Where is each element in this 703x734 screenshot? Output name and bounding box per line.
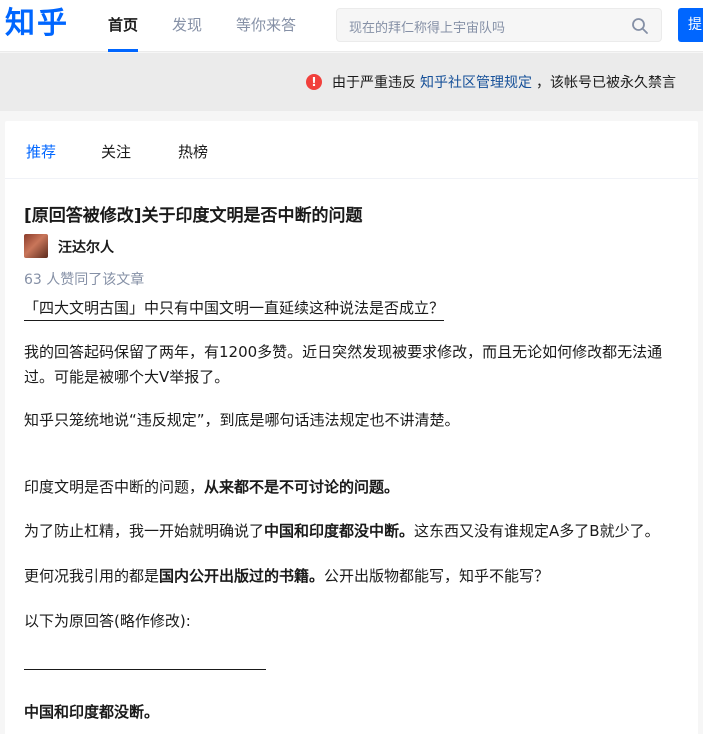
- paragraph-1: 我的回答起码保留了两年，有1200多赞。近日突然发现被要求修改，而且无论如何修改…: [24, 343, 663, 386]
- search-placeholder: 现在的拜仁称得上宇宙队吗: [349, 21, 506, 36]
- tab-hot[interactable]: 热榜: [178, 141, 208, 162]
- avatar[interactable]: [24, 234, 48, 258]
- like-count: 63 人赞同了该文章: [24, 272, 145, 288]
- tab-follow[interactable]: 关注: [101, 141, 131, 162]
- article-title[interactable]: [原回答被修改]关于印度文明是否中断的问题: [24, 201, 363, 226]
- paragraph-4: 为了防止杠精，我一开始就明确说了中国和印度都没中断。这东西又没有谁规定A多了B就…: [24, 522, 660, 540]
- paragraph-6: 以下为原回答(略作修改):: [24, 612, 191, 630]
- paragraph-3: 印度文明是否中断的问题，从来都不是不可讨论的问题。: [24, 478, 400, 496]
- top-header: 知乎 首页 发现 等你来答 现在的拜仁称得上宇宙队吗 提: [0, 0, 703, 52]
- nav-waiting-answers[interactable]: 等你来答: [236, 0, 296, 52]
- main-nav: 首页 发现 等你来答: [108, 0, 330, 52]
- banner-prefix: 由于严重违反: [332, 75, 416, 91]
- paragraph-7: 中国和印度都没断。: [24, 703, 160, 721]
- divider: [24, 669, 266, 670]
- nav-discover[interactable]: 发现: [172, 0, 202, 52]
- zhihu-logo[interactable]: 知乎: [5, 6, 69, 42]
- paragraph-2: 知乎只笼统地说“违反规定”，到底是哪句话违法规定也不讲清楚。: [24, 411, 460, 429]
- ask-question-button[interactable]: 提: [678, 8, 703, 42]
- community-rules-link[interactable]: 知乎社区管理规定: [420, 72, 532, 92]
- search-icon[interactable]: [631, 17, 649, 35]
- banner-suffix: ，该帐号已被永久禁言: [536, 75, 676, 91]
- feed-tabs: 推荐 关注 热榜: [5, 121, 698, 179]
- nav-home[interactable]: 首页: [108, 0, 139, 52]
- ban-notice-banner: ! 由于严重违反 知乎社区管理规定 ，该帐号已被永久禁言: [0, 53, 703, 111]
- warning-icon: !: [306, 74, 322, 90]
- tab-recommend[interactable]: 推荐: [26, 141, 56, 162]
- paragraph-5: 更何况我引用的都是国内公开出版过的书籍。公开出版物都能写，知乎不能写？: [24, 567, 550, 585]
- search-input[interactable]: 现在的拜仁称得上宇宙队吗: [336, 8, 662, 42]
- author-name[interactable]: 汪达尔人: [58, 237, 114, 257]
- feed-card: 推荐 关注 热榜 [原回答被修改]关于印度文明是否中断的问题 汪达尔人 63 人…: [5, 121, 698, 734]
- question-link[interactable]: 「四大文明古国」中只有中国文明一直延续这种说法是否成立？: [24, 297, 445, 321]
